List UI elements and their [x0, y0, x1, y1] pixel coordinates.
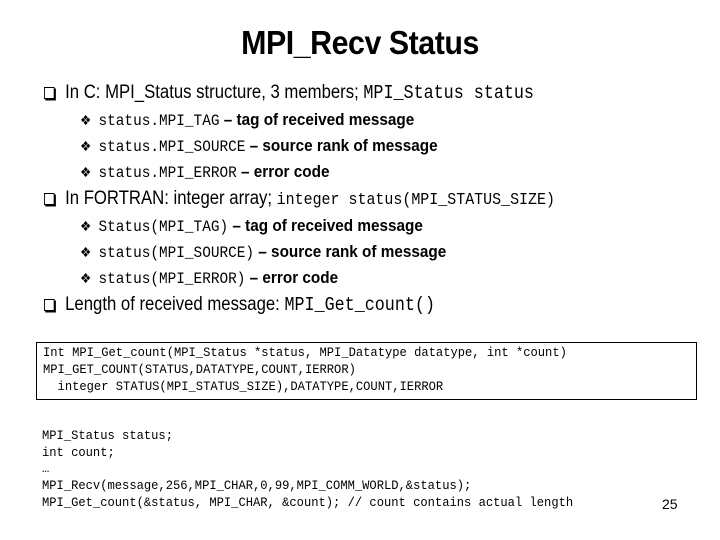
diamond-bullet-icon: ❖ [80, 112, 92, 128]
diamond-bullet-icon: ❖ [80, 138, 92, 154]
sub-bullet-code: status(MPI_ERROR) [98, 270, 246, 288]
bullet-fortran-array: In FORTRAN: integer array; integer statu… [44, 188, 555, 210]
sub-bullet-code: status.MPI_ERROR [98, 164, 237, 182]
sub-bullet: ❖ status.MPI_TAG – tag of received messag… [80, 110, 414, 130]
sub-bullet-text: – source rank of message [254, 242, 447, 261]
sub-bullet-code: status(MPI_SOURCE) [98, 244, 255, 262]
sub-bullet-code: status.MPI_TAG [98, 112, 220, 130]
diamond-bullet-icon: ❖ [80, 244, 92, 260]
code-line: integer STATUS(MPI_STATUS_SIZE),DATATYPE… [43, 380, 444, 394]
bullet-text: In FORTRAN: integer array; [65, 188, 277, 209]
sub-bullet-text: – tag of received message [219, 110, 415, 129]
sub-bullet-code: Status(MPI_TAG) [98, 218, 229, 236]
sub-bullet: ❖ status.MPI_SOURCE – source rank of mess… [80, 136, 438, 156]
square-bullet-icon [44, 299, 55, 311]
sub-bullet: ❖ status.MPI_ERROR – error code [80, 162, 329, 182]
example-code-line: MPI_Status status; [42, 429, 173, 443]
sub-bullet-text: – tag of received message [228, 216, 423, 235]
sub-bullet-text: – error code [236, 162, 330, 181]
bullet-code: integer status(MPI_STATUS_SIZE) [276, 191, 555, 210]
square-bullet-icon [44, 193, 55, 205]
sub-bullet-code: status.MPI_SOURCE [98, 138, 246, 156]
slide-title: MPI_Recv Status [241, 24, 479, 61]
bullet-text: In C: MPI_Status structure, 3 members; [65, 82, 364, 103]
code-line: MPI_GET_COUNT(STATUS,DATATYPE,COUNT,IERR… [43, 363, 356, 377]
example-code-line: MPI_Get_count(&status, MPI_CHAR, &count)… [42, 496, 574, 510]
bullet-code: MPI_Get_count() [284, 294, 435, 316]
sub-bullet-text: – error code [245, 268, 339, 287]
slide-number: 25 [662, 496, 678, 512]
example-code-line: … [42, 462, 50, 476]
sub-bullet: ❖ status(MPI_SOURCE) – source rank of mes… [80, 242, 446, 262]
sub-bullet: ❖ status(MPI_ERROR) – error code [80, 268, 338, 288]
square-bullet-icon [44, 87, 55, 99]
diamond-bullet-icon: ❖ [80, 270, 92, 286]
code-line: Int MPI_Get_count(MPI_Status *status, MP… [43, 346, 567, 360]
example-code-line: MPI_Recv(message,256,MPI_CHAR,0,99,MPI_C… [42, 479, 472, 493]
diamond-bullet-icon: ❖ [80, 164, 92, 180]
bullet-code: MPI_Status status [363, 82, 534, 104]
example-code-line: int count; [42, 446, 115, 460]
bullet-text: Length of received message: [65, 294, 285, 315]
sub-bullet-text: – source rank of message [245, 136, 438, 155]
sub-bullet: ❖ Status(MPI_TAG) – tag of received messa… [80, 216, 423, 236]
bullet-get-count: Length of received message: MPI_Get_coun… [44, 294, 435, 316]
diamond-bullet-icon: ❖ [80, 218, 92, 234]
signature-code-box: Int MPI_Get_count(MPI_Status *status, MP… [36, 342, 697, 400]
bullet-c-struct: In C: MPI_Status structure, 3 members; M… [44, 82, 534, 104]
